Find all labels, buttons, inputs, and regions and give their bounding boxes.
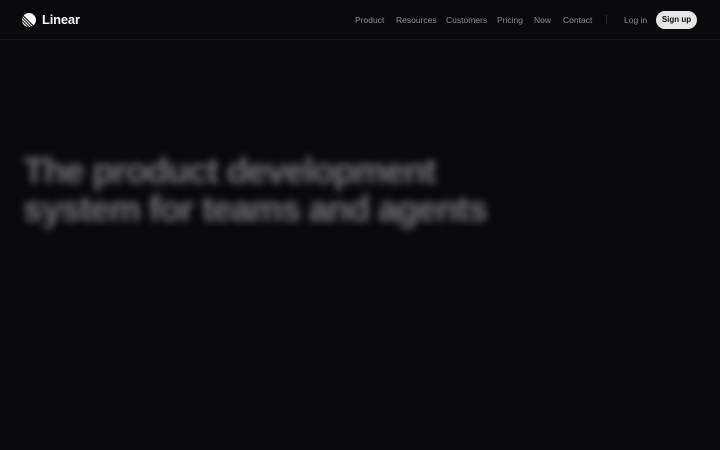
nav-resources[interactable]: Resources bbox=[396, 13, 437, 27]
hero-line-2: system for teams and agents bbox=[23, 188, 488, 229]
site-header: Linear Product Resources Customers Prici… bbox=[0, 0, 720, 40]
nav-product[interactable]: Product bbox=[355, 13, 384, 27]
nav-contact[interactable]: Contact bbox=[563, 13, 592, 27]
main-nav: Product Resources Customers Pricing Now … bbox=[0, 13, 720, 27]
signup-button[interactable]: Sign up bbox=[656, 11, 697, 29]
nav-customers[interactable]: Customers bbox=[446, 13, 487, 27]
login-link[interactable]: Log in bbox=[624, 13, 647, 27]
page: Linear Product Resources Customers Prici… bbox=[0, 0, 720, 450]
nav-now[interactable]: Now bbox=[534, 13, 551, 27]
nav-pricing[interactable]: Pricing bbox=[497, 13, 523, 27]
nav-divider bbox=[606, 15, 607, 24]
hero-line-1: The product development bbox=[23, 150, 437, 191]
hero-heading: The product development system for teams… bbox=[23, 152, 543, 228]
